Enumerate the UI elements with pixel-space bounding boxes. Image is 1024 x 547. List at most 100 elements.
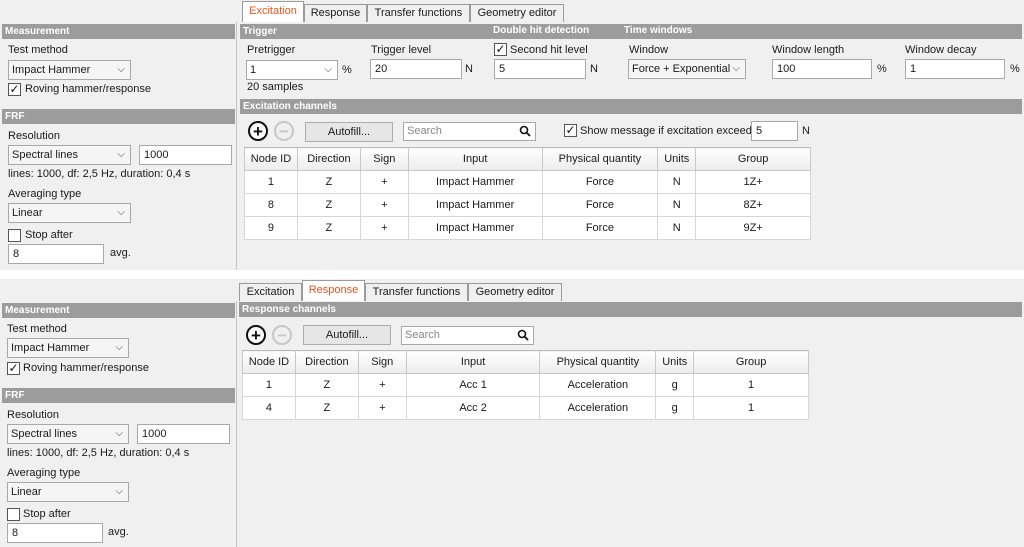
table-cell[interactable]: 4 (242, 396, 296, 420)
table-cell[interactable]: Z (296, 216, 361, 240)
column-header[interactable]: Input (407, 147, 543, 171)
table-cell[interactable]: 8Z+ (695, 193, 811, 217)
averaging-dropdown[interactable]: Linear ⌵ (7, 482, 129, 502)
column-header[interactable]: Physical quantity (539, 350, 657, 374)
test-method-value: Impact Hammer (12, 64, 91, 76)
averaging-value: Linear (12, 207, 43, 219)
tab-response[interactable]: Response (302, 280, 365, 301)
table-cell[interactable]: Impact Hammer (407, 193, 543, 217)
excitation-panel: Excitation Response Transfer functions G… (0, 0, 1024, 270)
tab-transfer-functions[interactable]: Transfer functions (367, 4, 470, 22)
stop-after-input[interactable]: 8 (8, 244, 104, 264)
stop-after-checkbox[interactable] (8, 229, 21, 242)
stop-after-input[interactable]: 8 (7, 523, 103, 543)
table-cell[interactable]: 1Z+ (695, 170, 811, 194)
table-cell[interactable]: 1 (693, 373, 809, 397)
table-row[interactable]: 9 Z + Impact Hammer Force N 9Z+ (244, 216, 811, 240)
second-hit-checkbox[interactable]: ✓ (494, 43, 507, 56)
window-dropdown[interactable]: Force + Exponential ⌵ (628, 59, 746, 79)
resolution-dropdown[interactable]: Spectral lines ⌵ (8, 145, 131, 165)
tab-transfer-functions[interactable]: Transfer functions (365, 283, 468, 301)
table-cell[interactable]: Z (294, 373, 359, 397)
column-header[interactable]: Node ID (242, 350, 296, 374)
exceeds-input[interactable]: 5 (751, 121, 798, 141)
table-cell[interactable]: Acceleration (539, 396, 657, 420)
tab-geometry-editor[interactable]: Geometry editor (470, 4, 564, 22)
table-cell[interactable]: Impact Hammer (407, 170, 543, 194)
test-method-dropdown[interactable]: Impact Hammer ⌵ (8, 60, 131, 80)
tab-geometry-editor[interactable]: Geometry editor (468, 283, 562, 301)
stop-after-checkbox[interactable] (7, 508, 20, 521)
table-cell[interactable]: Acceleration (539, 373, 657, 397)
column-header[interactable]: Node ID (244, 147, 298, 171)
table-cell[interactable]: Z (296, 193, 361, 217)
table-cell[interactable]: + (359, 193, 409, 217)
autofill-button[interactable]: Autofill... (303, 325, 391, 345)
table-cell[interactable]: g (655, 373, 695, 397)
test-method-dropdown[interactable]: Impact Hammer ⌵ (7, 338, 129, 358)
table-cell[interactable]: Force (541, 170, 659, 194)
tab-excitation[interactable]: Excitation (239, 283, 302, 301)
table-cell[interactable]: Acc 2 (405, 396, 541, 420)
spectral-lines-input[interactable]: 1000 (137, 424, 230, 444)
column-header[interactable]: Units (655, 350, 695, 374)
window-length-input[interactable]: 100 (772, 59, 872, 79)
table-cell[interactable]: Force (541, 193, 659, 217)
table-cell[interactable]: 8 (244, 193, 298, 217)
table-cell[interactable]: 1 (693, 396, 809, 420)
window-decay-input[interactable]: 1 (905, 59, 1005, 79)
trigger-level-input[interactable]: 20 (370, 59, 462, 79)
table-cell[interactable]: + (357, 373, 407, 397)
column-header[interactable]: Physical quantity (541, 147, 659, 171)
table-row[interactable]: 4 Z + Acc 2 Acceleration g 1 (242, 396, 809, 420)
resolution-value: Spectral lines (12, 149, 79, 161)
column-header[interactable]: Units (657, 147, 697, 171)
column-header[interactable]: Direction (294, 350, 359, 374)
table-cell[interactable]: N (657, 170, 697, 194)
table-row[interactable]: 1 Z + Impact Hammer Force N 1Z+ (244, 170, 811, 194)
remove-channel-button[interactable]: − (274, 121, 294, 141)
table-cell[interactable]: + (359, 170, 409, 194)
column-header[interactable]: Group (693, 350, 809, 374)
table-cell[interactable]: + (359, 216, 409, 240)
test-method-label: Test method (8, 44, 68, 56)
table-cell[interactable]: Z (294, 396, 359, 420)
second-hit-input[interactable]: 5 (494, 59, 586, 79)
add-channel-button[interactable]: + (246, 325, 266, 345)
tab-bar: Excitation Response Transfer functions G… (0, 279, 1024, 301)
table-cell[interactable]: + (357, 396, 407, 420)
roving-checkbox[interactable]: ✓ (8, 83, 21, 96)
column-header[interactable]: Input (405, 350, 541, 374)
column-header[interactable]: Direction (296, 147, 361, 171)
table-cell[interactable]: 9Z+ (695, 216, 811, 240)
table-row[interactable]: 8 Z + Impact Hammer Force N 8Z+ (244, 193, 811, 217)
add-channel-button[interactable]: + (248, 121, 268, 141)
remove-channel-button[interactable]: − (272, 325, 292, 345)
search-input[interactable]: Search (403, 122, 536, 141)
roving-checkbox[interactable]: ✓ (7, 362, 20, 375)
table-cell[interactable]: Z (296, 170, 361, 194)
table-cell[interactable]: g (655, 396, 695, 420)
table-cell[interactable]: 1 (244, 170, 298, 194)
table-row[interactable]: 1 Z + Acc 1 Acceleration g 1 (242, 373, 809, 397)
stop-after-label: Stop after (23, 508, 71, 520)
tab-excitation[interactable]: Excitation (242, 1, 304, 22)
show-message-checkbox[interactable]: ✓ (564, 124, 577, 137)
column-header[interactable]: Group (695, 147, 811, 171)
tab-response[interactable]: Response (304, 4, 367, 22)
resolution-dropdown[interactable]: Spectral lines ⌵ (7, 424, 129, 444)
table-cell[interactable]: N (657, 193, 697, 217)
autofill-button[interactable]: Autofill... (305, 122, 393, 142)
spectral-lines-input[interactable]: 1000 (139, 145, 232, 165)
table-cell[interactable]: Impact Hammer (407, 216, 543, 240)
table-cell[interactable]: 9 (244, 216, 298, 240)
search-input[interactable]: Search (401, 326, 534, 345)
table-cell[interactable]: Acc 1 (405, 373, 541, 397)
table-cell[interactable]: N (657, 216, 697, 240)
pretrigger-dropdown[interactable]: 1 ⌵ (246, 60, 338, 80)
averaging-dropdown[interactable]: Linear ⌵ (8, 203, 131, 223)
table-cell[interactable]: 1 (242, 373, 296, 397)
column-header[interactable]: Sign (357, 350, 407, 374)
column-header[interactable]: Sign (359, 147, 409, 171)
table-cell[interactable]: Force (541, 216, 659, 240)
